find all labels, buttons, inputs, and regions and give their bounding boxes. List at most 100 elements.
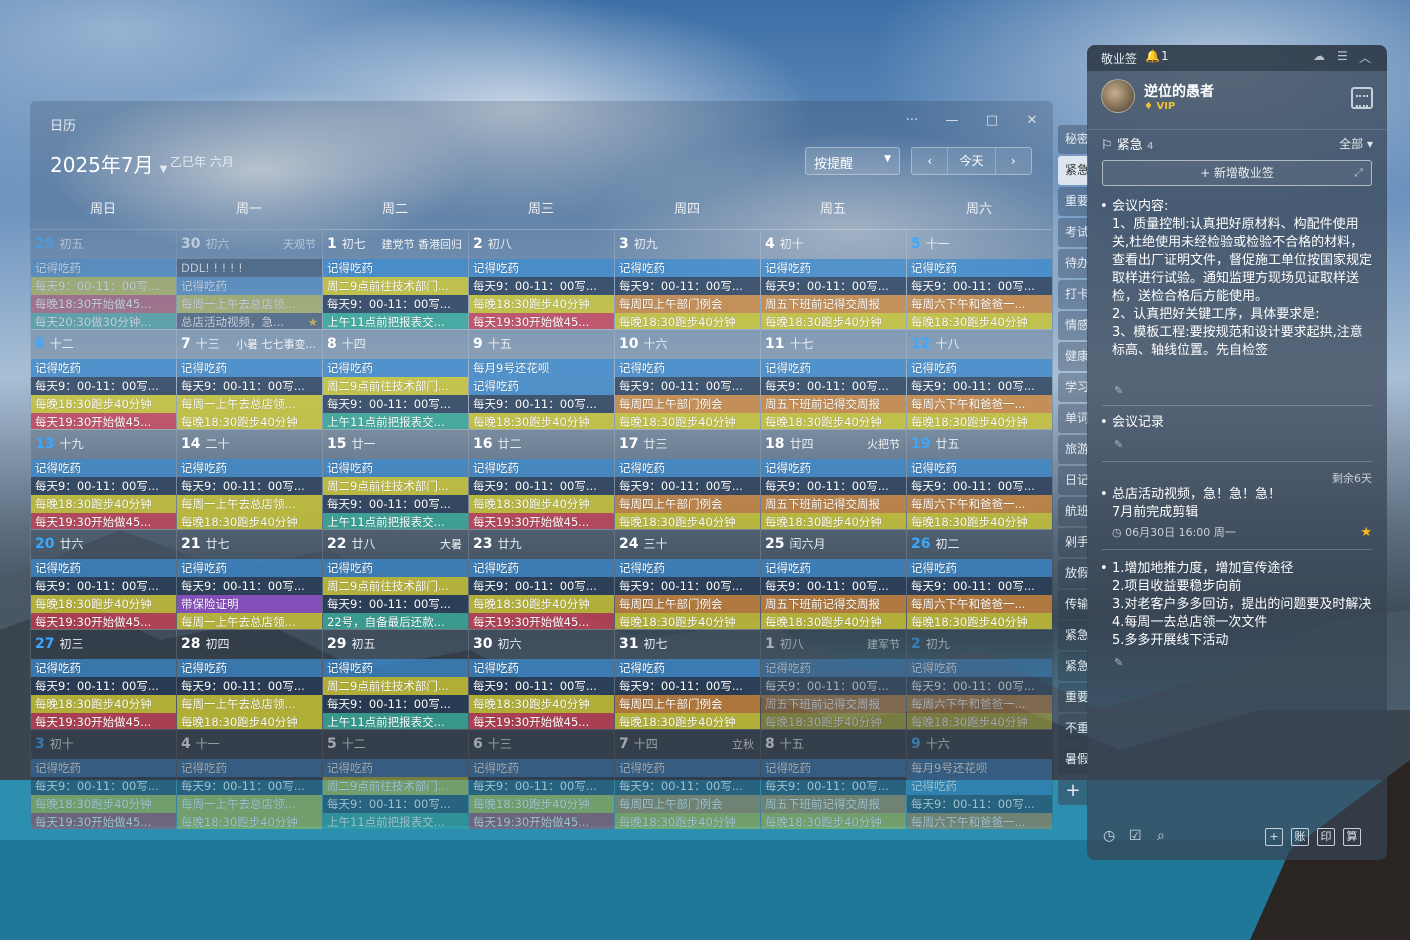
account-button[interactable]: 账 — [1291, 828, 1309, 846]
day-cell[interactable]: 31 初七 记得吃药 每天9：00-11：00写... 每周四上午部门例会 每晚18:30… — [614, 629, 760, 729]
calendar-event[interactable]: 每天9：00-11：00写... — [177, 777, 322, 795]
category-tab[interactable]: 考试 — [1058, 218, 1088, 247]
calendar-event[interactable]: 记得吃药 — [177, 359, 322, 377]
calendar-event[interactable]: 每天9：00-11：00写... — [177, 377, 322, 395]
day-cell[interactable]: 25 闰六月 记得吃药 每天9：00-11：00写... 周五下班前记得交周报 每晚18:… — [760, 529, 906, 629]
calendar-event[interactable]: 周五下班前记得交周报 — [761, 595, 906, 613]
maximize-button[interactable]: □ — [982, 113, 1002, 128]
search-icon[interactable]: ⌕ — [1157, 828, 1165, 844]
calendar-event[interactable]: 记得吃药 — [761, 259, 906, 277]
calendar-event[interactable]: 周五下班前记得交周报 — [761, 495, 906, 513]
calendar-event[interactable]: 每天19:30开始做45... — [469, 513, 614, 529]
calendar-event[interactable]: 记得吃药 — [469, 377, 614, 395]
calendar-event[interactable]: 每周四上午部门例会 — [615, 695, 760, 713]
calendar-event[interactable]: 每晚18:30跑步40分钟 — [615, 613, 760, 629]
add-tab-button[interactable]: + — [1058, 776, 1088, 805]
day-cell[interactable]: 3 初九 记得吃药 每天9：00-11：00写... 每周四上午部门例会 每晚18:30跑… — [614, 229, 760, 329]
calendar-event[interactable]: 周五下班前记得交周报 — [761, 395, 906, 413]
day-cell[interactable]: 13 十九 记得吃药 每天9：00-11：00写... 每晚18:30跑步40分钟 每天1… — [30, 429, 176, 529]
calendar-event[interactable]: 每月9号还花呗 — [907, 759, 1052, 777]
calendar-event[interactable]: 记得吃药 — [31, 259, 176, 277]
calendar-event[interactable]: 记得吃药 — [761, 759, 906, 777]
day-cell[interactable]: 9 十五 每月9号还花呗 记得吃药 每天9：00-11：00写... 每晚18:30跑步4… — [468, 329, 614, 429]
calendar-event[interactable]: 每周六下午和爸爸一... — [907, 695, 1052, 713]
day-cell[interactable]: 29 初五 记得吃药 周二9点前往技术部门... 每天9：00-11：00写... 上午1… — [322, 629, 468, 729]
calendar-event[interactable]: 记得吃药 — [31, 359, 176, 377]
day-cell[interactable]: 8 十五 记得吃药 每天9：00-11：00写... 周五下班前记得交周报 每晚18:30… — [760, 729, 906, 829]
calendar-event[interactable]: 上午11点前把报表交... — [323, 313, 468, 329]
calendar-event[interactable]: 周二9点前往技术部门... — [323, 277, 468, 295]
calendar-event[interactable]: 记得吃药 — [907, 259, 1052, 277]
calendar-event[interactable]: 每天9：00-11：00写... — [469, 677, 614, 695]
calendar-event[interactable]: 每天9：00-11：00写... — [907, 795, 1052, 813]
calendar-event[interactable]: 总店活动视频，急... ★ — [177, 313, 322, 329]
calendar-event[interactable]: 每晚18:30跑步40分钟 — [615, 313, 760, 329]
calendar-event[interactable]: 每周一上午去总店领... — [177, 295, 322, 313]
calendar-event[interactable]: 每晚18:30跑步40分钟 — [177, 413, 322, 429]
print-button[interactable]: 印 — [1317, 828, 1335, 846]
memo-item[interactable]: • 1.增加地推力度，增加宣传途径 2.项目收益要稳步向前 3.对老客户多多回访… — [1100, 560, 1372, 690]
day-cell[interactable]: 11 十七 记得吃药 每天9：00-11：00写... 周五下班前记得交周报 每晚18:3… — [760, 329, 906, 429]
close-button[interactable]: ✕ — [1022, 113, 1042, 128]
more-button[interactable]: ··· — [902, 113, 922, 128]
calendar-event[interactable]: 每天9：00-11：00写... — [907, 477, 1052, 495]
calendar-event[interactable]: 每天9：00-11：00写... — [907, 277, 1052, 295]
calendar-event[interactable]: 每周六下午和爸爸一... — [907, 395, 1052, 413]
calendar-event[interactable]: 每天9：00-11：00写... — [615, 677, 760, 695]
calendar-event[interactable]: 每晚18:30开始做45... — [31, 295, 176, 313]
calendar-event[interactable]: 每天9：00-11：00写... — [177, 677, 322, 695]
star-icon[interactable]: ★ — [1360, 524, 1372, 542]
calendar-event[interactable]: 每晚18:30跑步40分钟 — [469, 795, 614, 813]
calendar-event[interactable]: 每天9：00-11：00写... — [469, 395, 614, 413]
day-cell[interactable]: 9 十六 每月9号还花呗 记得吃药 每天9：00-11：00写... 每周六下午和爸爸一.… — [906, 729, 1052, 829]
calendar-event[interactable]: 每晚18:30跑步40分钟 — [177, 513, 322, 529]
calendar-event[interactable]: 记得吃药 — [907, 559, 1052, 577]
calendar-event[interactable]: 每天9：00-11：00写... — [761, 477, 906, 495]
calendar-event[interactable]: 每晚18:30跑步40分钟 — [31, 595, 176, 613]
calendar-event[interactable]: 每天9：00-11：00写... — [31, 777, 176, 795]
day-cell[interactable]: 5 十二 记得吃药 周二9点前往技术部门... 每天9：00-11：00写... 上午11… — [322, 729, 468, 829]
check-calendar-icon[interactable]: ☑ — [1129, 828, 1142, 844]
category-tab[interactable]: 单词 — [1058, 404, 1088, 433]
day-cell[interactable]: 22 廿八 大暑 记得吃药 周二9点前往技术部门... 每天9：00-11：00写... 2… — [322, 529, 468, 629]
calendar-event[interactable]: 每天9：00-11：00写... — [761, 777, 906, 795]
day-cell[interactable]: 29 初五 记得吃药 每天9：00-11：00写... 每晚18:30开始做45... 每… — [30, 229, 176, 329]
day-cell[interactable]: 16 廿二 记得吃药 每天9：00-11：00写... 每晚18:30跑步40分钟 每天1… — [468, 429, 614, 529]
bell-icon[interactable]: 🔔 — [1145, 49, 1160, 63]
calendar-event[interactable]: 每天9：00-11：00写... — [31, 277, 176, 295]
calendar-event[interactable]: 记得吃药 — [761, 659, 906, 677]
calendar-event[interactable]: 每天19:30开始做45... — [31, 513, 176, 529]
calendar-event[interactable]: 每晚18:30跑步40分钟 — [469, 413, 614, 429]
calendar-event[interactable]: 记得吃药 — [615, 459, 760, 477]
calendar-event[interactable]: 记得吃药 — [323, 459, 468, 477]
calendar-event[interactable]: 周二9点前往技术部门... — [323, 477, 468, 495]
day-cell[interactable]: 30 初六 记得吃药 每天9：00-11：00写... 每晚18:30跑步40分钟 每天1… — [468, 629, 614, 729]
day-cell[interactable]: 23 廿九 记得吃药 每天9：00-11：00写... 每晚18:30跑步40分钟 每天1… — [468, 529, 614, 629]
next-month-button[interactable]: › — [996, 148, 1031, 174]
calendar-event[interactable]: 周五下班前记得交周报 — [761, 795, 906, 813]
calendar-event[interactable]: 每周四上午部门例会 — [615, 595, 760, 613]
calendar-event[interactable]: 每天9：00-11：00写... — [615, 477, 760, 495]
category-tab[interactable]: 剁手 — [1058, 528, 1088, 557]
calendar-event[interactable]: 记得吃药 — [323, 659, 468, 677]
calendar-event[interactable]: 每晚18:30跑步40分钟 — [907, 713, 1052, 729]
add-icon[interactable]: + — [1265, 828, 1283, 846]
calendar-event[interactable]: 每周四上午部门例会 — [615, 395, 760, 413]
calendar-event[interactable]: 每天9：00-11：00写... — [31, 577, 176, 595]
calendar-event[interactable]: 每晚18:30跑步40分钟 — [469, 695, 614, 713]
calendar-event[interactable]: 每天9：00-11：00写... — [761, 377, 906, 395]
calendar-event[interactable]: 每天9：00-11：00写... — [907, 577, 1052, 595]
calendar-event[interactable]: 每晚18:30跑步40分钟 — [761, 713, 906, 729]
remind-filter-select[interactable]: 按提醒 ▼ — [805, 147, 900, 175]
calendar-event[interactable]: 每天9：00-11：00写... — [615, 277, 760, 295]
calendar-event[interactable]: 周五下班前记得交周报 — [761, 295, 906, 313]
calendar-event[interactable]: 每晚18:30跑步40分钟 — [907, 313, 1052, 329]
day-cell[interactable]: 1 初八 建军节 记得吃药 每天9：00-11：00写... 周五下班前记得交周报 每晚18… — [760, 629, 906, 729]
memo-item[interactable]: • 会议记录 ✎ — [1100, 414, 1372, 462]
calendar-event[interactable]: 每晚18:30跑步40分钟 — [31, 695, 176, 713]
category-tab[interactable]: 暑假 — [1058, 745, 1088, 774]
calendar-event[interactable]: 记得吃药 — [31, 559, 176, 577]
day-cell[interactable]: 3 初十 记得吃药 每天9：00-11：00写... 每晚18:30跑步40分钟 每天19… — [30, 729, 176, 829]
calendar-event[interactable]: 每天19:30开始做45... — [469, 713, 614, 729]
calendar-event[interactable]: 每晚18:30跑步40分钟 — [761, 313, 906, 329]
